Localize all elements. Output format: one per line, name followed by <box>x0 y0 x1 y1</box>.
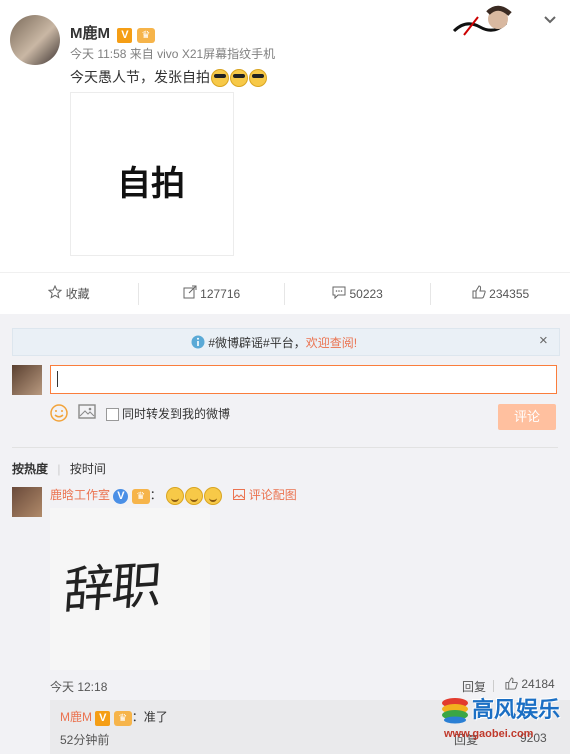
author-name[interactable]: M鹿M <box>70 25 110 42</box>
cool-emoji-icon <box>230 69 248 88</box>
info-icon <box>191 335 205 352</box>
post-text-content: 今天愚人节，发张自拍 <box>70 69 210 85</box>
smile-emoji-icon <box>185 486 204 505</box>
star-icon <box>48 274 63 316</box>
comment-count: 50223 <box>349 287 383 301</box>
reply-author[interactable]: M鹿M <box>60 710 92 724</box>
repost-checkbox-row: 同时转发到我的微博 <box>106 405 230 422</box>
comment-button[interactable]: 50223 <box>285 273 430 315</box>
rumor-notice-bar: #微博辟谣#平台，欢迎查阅! × <box>12 328 560 356</box>
verified-badge-icon: V <box>117 28 133 43</box>
repost-checkbox[interactable] <box>106 408 119 422</box>
repost-button[interactable]: 127716 <box>139 273 284 315</box>
notice-link[interactable]: 欢迎查阅! <box>306 336 357 350</box>
commenter-name[interactable]: 鹿晗工作室 <box>50 488 110 502</box>
text-cursor <box>57 371 58 387</box>
verified-badge-icon: V <box>95 711 111 726</box>
brand-url: www.gaobei.com <box>444 728 534 740</box>
smile-emoji-icon <box>204 486 223 505</box>
handwriting-text: 辞职 <box>61 555 162 621</box>
verified-badge-icon: V <box>113 489 129 504</box>
reply-content: M鹿M V ♛ ：准了 <box>60 708 168 726</box>
repost-icon <box>183 274 197 316</box>
author-avatar[interactable] <box>10 15 60 65</box>
thumbs-up-icon <box>472 274 486 316</box>
comment-icon <box>332 274 346 316</box>
smiley-icon <box>50 404 68 427</box>
comment-header: 鹿晗工作室 V ♛： 评论配图 <box>50 486 297 505</box>
notice-text: #微博辟谣#平台，欢迎查阅! <box>191 334 357 352</box>
smile-emoji-icon <box>166 486 185 505</box>
sort-tabs: 按热度 | 按时间 <box>12 460 106 477</box>
post-header: M鹿M V ♛ <box>70 22 155 43</box>
reply-text: ：准了 <box>131 710 168 724</box>
like-count: 234355 <box>489 287 530 301</box>
sort-by-heat[interactable]: 按热度 <box>12 462 48 476</box>
commenter-avatar[interactable] <box>12 487 42 517</box>
cool-emoji-icon <box>211 69 229 88</box>
comment-image-label: 评论配图 <box>248 488 297 502</box>
vip-crown-icon: ♛ <box>113 711 132 726</box>
post-text: 今天愚人节，发张自拍 <box>70 67 267 88</box>
chevron-down-icon[interactable] <box>542 12 558 28</box>
reply-time: 52分钟前 <box>60 733 110 747</box>
comment-image[interactable]: 辞职 <box>50 508 210 670</box>
vip-crown-icon: ♛ <box>136 28 155 43</box>
comment-colon: ： <box>149 488 162 502</box>
brand-logo-icon <box>440 694 470 724</box>
vip-crown-icon: ♛ <box>131 489 150 504</box>
brand-name: 高风娱乐 <box>472 697 561 723</box>
header-artwork <box>450 5 525 43</box>
sort-separator: | <box>57 462 61 476</box>
image-button[interactable] <box>78 404 96 425</box>
emoji-button[interactable] <box>50 404 68 427</box>
section-divider <box>12 447 558 448</box>
photo-caption: 自拍 <box>117 164 185 204</box>
sort-by-time[interactable]: 按时间 <box>70 462 106 476</box>
site-watermark: 高风娱乐 www.gaobei.com <box>440 690 565 748</box>
image-icon <box>233 488 246 503</box>
close-icon[interactable]: × <box>539 332 548 349</box>
cool-emoji-icon <box>249 69 267 88</box>
repost-checkbox-label: 同时转发到我的微博 <box>122 407 231 421</box>
post-meta: 今天 11:58 来自 vivo X21屏幕指纹手机 <box>70 47 276 61</box>
favorite-label: 收藏 <box>65 287 90 301</box>
comment-input[interactable] <box>50 365 557 394</box>
submit-comment-button[interactable]: 评论 <box>498 404 556 430</box>
notice-prefix: #微博辟谣#平台， <box>208 336 306 350</box>
image-icon <box>78 404 96 425</box>
comment-time: 今天 12:18 <box>50 680 108 694</box>
post-photo[interactable]: 自拍 <box>70 92 234 256</box>
comment-image-link[interactable]: 评论配图 <box>233 488 297 503</box>
favorite-button[interactable]: 收藏 <box>0 273 138 315</box>
post-action-bar: 收藏 127716 50223 234355 <box>0 272 570 316</box>
repost-count: 127716 <box>200 287 241 301</box>
like-button[interactable]: 234355 <box>431 273 570 315</box>
current-user-avatar[interactable] <box>12 365 42 395</box>
